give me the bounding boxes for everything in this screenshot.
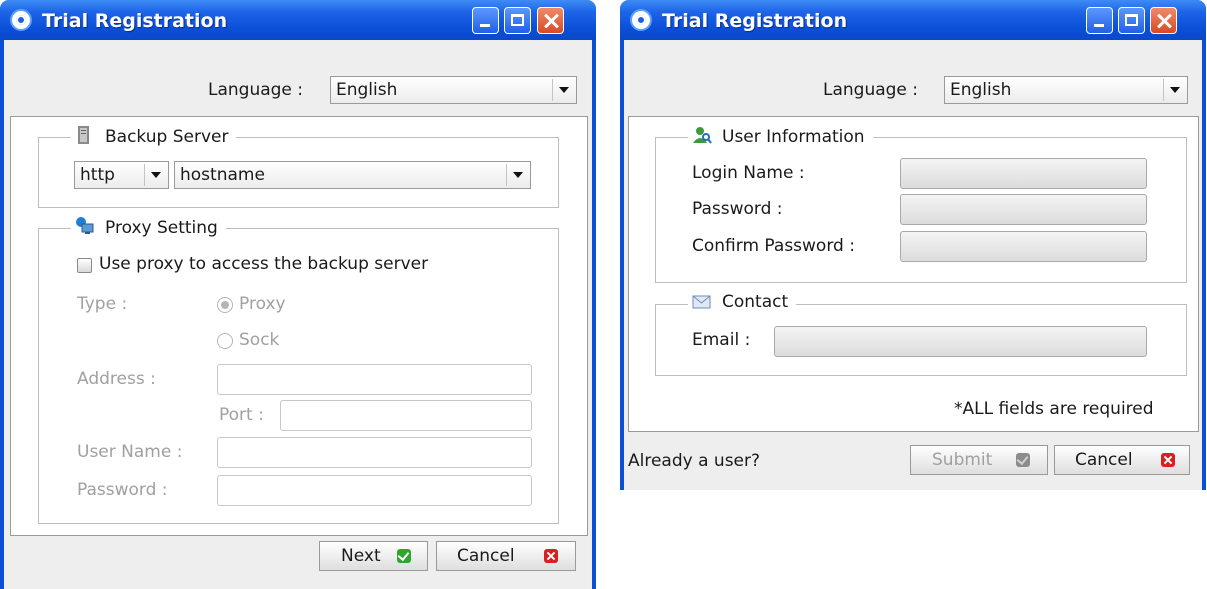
contact-header: Contact [688, 292, 797, 316]
password-field[interactable] [900, 194, 1147, 225]
next-button[interactable]: Next [319, 541, 428, 571]
user-information-header: User Information [688, 125, 873, 149]
next-label: Next [341, 546, 381, 566]
check-icon [397, 549, 411, 563]
email-field[interactable] [774, 326, 1147, 357]
user-information-group: User Information Login Name : Password :… [655, 125, 1187, 283]
proxy-computer-icon [75, 216, 94, 234]
trial-registration-window-user: Trial Registration Language : English Us… [620, 0, 1206, 490]
window-title: Trial Registration [42, 10, 228, 32]
sock-radio-label: Sock [239, 330, 280, 350]
protocol-select[interactable]: http [74, 161, 169, 189]
cancel-button[interactable]: Cancel [1054, 445, 1190, 475]
hostname-value: hostname [180, 165, 265, 185]
proxy-setting-group: Proxy Setting Use proxy to access the ba… [38, 216, 559, 524]
language-label: Language : [823, 80, 919, 100]
language-value: English [336, 80, 398, 100]
proxy-password-field[interactable] [217, 475, 532, 506]
port-field[interactable] [280, 400, 532, 431]
title-bar[interactable]: Trial Registration [0, 0, 596, 40]
address-label: Address : [77, 369, 156, 389]
contact-title: Contact [722, 292, 789, 312]
backup-server-title: Backup Server [105, 127, 229, 147]
title-bar[interactable]: Trial Registration [620, 0, 1206, 40]
protocol-value: http [80, 165, 115, 185]
trial-registration-window-server: Trial Registration Language : English Ba… [0, 0, 596, 589]
window-client-area: Language : English Backup Server http ho… [4, 40, 592, 589]
minimize-button[interactable] [472, 7, 499, 34]
envelope-icon [692, 294, 711, 312]
language-select[interactable]: English [330, 76, 577, 104]
submit-label: Submit [932, 450, 993, 470]
registration-panel: User Information Login Name : Password :… [628, 116, 1199, 432]
maximize-button[interactable] [504, 7, 531, 34]
close-icon [544, 549, 558, 563]
chevron-down-icon[interactable] [506, 164, 528, 186]
backup-server-header: Backup Server [71, 125, 237, 149]
use-proxy-label: Use proxy to access the backup server [99, 254, 429, 274]
use-proxy-checkbox[interactable] [77, 258, 92, 273]
app-logo-icon [630, 9, 652, 31]
check-icon [1016, 453, 1030, 467]
chevron-down-icon[interactable] [552, 79, 574, 101]
app-logo-icon [10, 9, 32, 31]
close-button[interactable] [537, 7, 564, 34]
minimize-button[interactable] [1086, 7, 1113, 34]
proxy-setting-header: Proxy Setting [71, 216, 226, 240]
confirm-password-label: Confirm Password : [692, 236, 855, 256]
user-information-title: User Information [722, 127, 865, 147]
username-label: User Name : [77, 442, 183, 462]
user-magnifier-icon [692, 125, 712, 144]
hostname-select[interactable]: hostname [174, 161, 531, 189]
proxy-username-field[interactable] [217, 437, 532, 468]
window-client-area: Language : English User Information Logi… [624, 40, 1202, 490]
login-name-field[interactable] [900, 158, 1147, 189]
submit-button[interactable]: Submit [910, 445, 1048, 475]
language-label: Language : [208, 80, 304, 100]
cancel-label: Cancel [1075, 450, 1133, 470]
chevron-down-icon[interactable] [144, 164, 166, 186]
cancel-label: Cancel [457, 546, 515, 566]
language-select[interactable]: English [944, 76, 1188, 104]
login-name-label: Login Name : [692, 163, 805, 183]
close-button[interactable] [1150, 7, 1177, 34]
backup-server-group: Backup Server http hostname [38, 125, 559, 208]
type-label: Type : [77, 294, 128, 314]
proxy-radio-label: Proxy [239, 294, 286, 314]
maximize-button[interactable] [1118, 7, 1145, 34]
already-a-user-link[interactable]: Already a user? [628, 451, 760, 471]
window-title: Trial Registration [662, 10, 848, 32]
settings-panel: Backup Server http hostname Proxy Settin… [10, 116, 588, 536]
contact-group: Contact Email : [655, 292, 1187, 376]
proxy-setting-title: Proxy Setting [105, 218, 218, 238]
proxy-password-label: Password : [77, 480, 168, 500]
cancel-button[interactable]: Cancel [436, 541, 576, 571]
close-icon [1161, 453, 1175, 467]
chevron-down-icon[interactable] [1163, 79, 1185, 101]
server-icon [75, 125, 93, 144]
language-value: English [950, 80, 1012, 100]
email-label: Email : [692, 330, 751, 350]
port-label: Port : [219, 405, 264, 425]
address-field[interactable] [217, 364, 532, 395]
password-label: Password : [692, 199, 783, 219]
confirm-password-field[interactable] [900, 231, 1147, 262]
required-note: *ALL fields are required [954, 399, 1154, 419]
proxy-radio[interactable] [217, 297, 233, 313]
sock-radio[interactable] [217, 333, 233, 349]
